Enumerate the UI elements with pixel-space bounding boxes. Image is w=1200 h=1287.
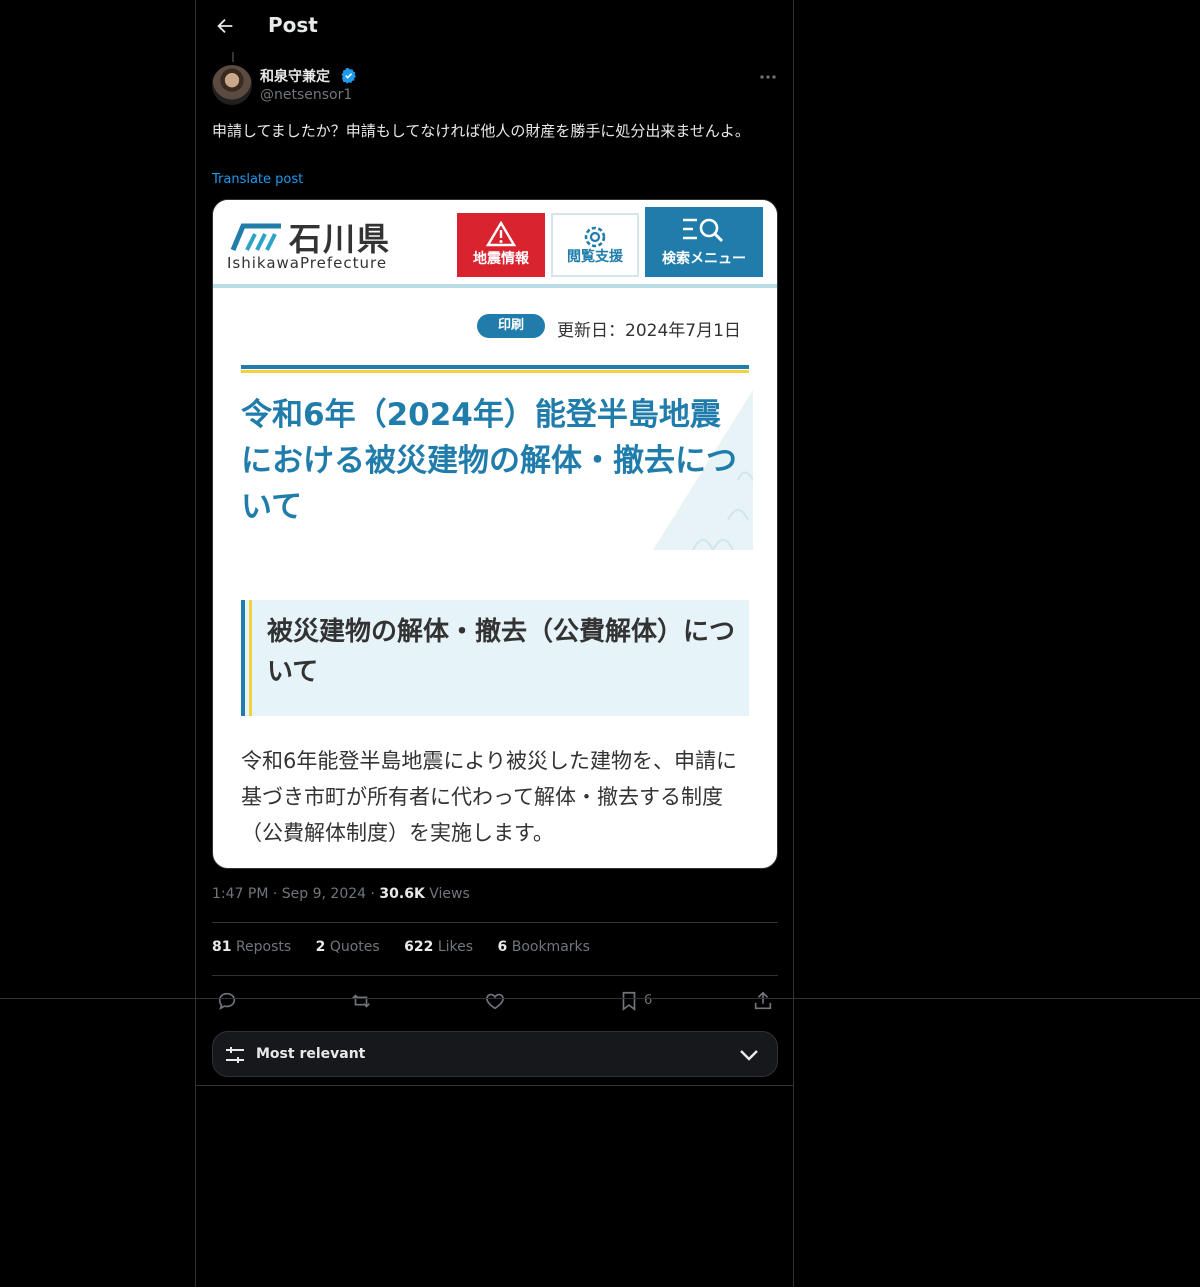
share-icon[interactable]: [752, 990, 774, 1012]
bookmark-icon[interactable]: [618, 990, 640, 1012]
post-meta: 1:47 PM · Sep 9, 2024 · 30.6K Views: [212, 886, 470, 902]
sliders-icon: [226, 1047, 244, 1063]
header-divider: [213, 284, 777, 288]
accessibility-button: 閲覧支援: [551, 213, 639, 277]
page-title: Post: [268, 13, 318, 37]
divider: [212, 922, 778, 923]
search-menu-button: 検索メニュー: [645, 207, 763, 277]
post-date[interactable]: Sep 9, 2024: [282, 886, 366, 902]
verified-badge-icon[interactable]: [340, 67, 357, 84]
title-rule-blue: [241, 365, 749, 369]
back-arrow-icon[interactable]: [214, 15, 236, 37]
search-menu-icon: [683, 218, 724, 243]
post-time[interactable]: 1:47 PM: [212, 886, 268, 902]
translate-post-link[interactable]: Translate post: [212, 172, 303, 187]
page-header: Post: [196, 0, 793, 53]
article-title: 令和6年（2024年）能登半島地震における被災建物の解体・撤去について: [241, 397, 737, 525]
repost-icon[interactable]: [350, 990, 372, 1012]
thread-line: [232, 52, 234, 62]
avatar[interactable]: [212, 65, 252, 105]
divider: [196, 1085, 793, 1086]
chevron-down-icon: [740, 1050, 758, 1061]
engagement-stats: 81 Reposts 2 Quotes 622 Likes 6 Bookmark…: [212, 939, 610, 955]
ishikawa-logo-icon: [230, 223, 281, 251]
main-column: Post 和泉守兼定 @netsensor1 申請してましたか？申請もしてなけれ…: [195, 0, 794, 1287]
reply-icon[interactable]: [216, 990, 238, 1012]
more-options-icon[interactable]: [758, 72, 778, 82]
quotes-stat[interactable]: 2 Quotes: [316, 939, 380, 955]
horizontal-guide-line: [0, 998, 1200, 999]
author-handle[interactable]: @netsensor1: [260, 87, 352, 103]
post-image[interactable]: 石川県 IshikawaPrefecture 地震情報 閲覧支援 検索メニュー …: [212, 199, 778, 869]
reposts-stat[interactable]: 81 Reposts: [212, 939, 291, 955]
bookmarks-stat[interactable]: 6 Bookmarks: [498, 939, 590, 955]
print-badge: 印刷: [477, 314, 545, 338]
author-name[interactable]: 和泉守兼定: [260, 66, 330, 86]
reply-sort-dropdown[interactable]: Most relevant: [212, 1031, 778, 1077]
section-heading: 被災建物の解体・撤去（公費解体）について: [267, 617, 736, 687]
likes-stat[interactable]: 622 Likes: [404, 939, 473, 955]
ishikawa-site-header: 石川県 IshikawaPrefecture 地震情報 閲覧支援 検索メニュー: [213, 200, 777, 286]
section-heading-box: 被災建物の解体・撤去（公費解体）について: [241, 600, 749, 716]
section-accent-bar: [249, 600, 252, 716]
sort-label: Most relevant: [256, 1046, 366, 1062]
article-body: 令和6年能登半島地震により被災した建物を、申請に基づき市町が所有者に代わって解体…: [241, 749, 737, 845]
warning-icon: [486, 221, 516, 247]
updated-date: 更新日：2024年7月1日: [557, 321, 741, 341]
views-label: Views: [429, 886, 470, 902]
quake-info-button: 地震情報: [457, 213, 545, 277]
views-count: 30.6K: [379, 886, 425, 902]
logo-english: IshikawaPrefecture: [227, 254, 388, 272]
post-text: 申請してましたか？申請もしてなければ他人の財産を勝手に処分出来ませんよ。: [212, 122, 750, 140]
like-icon[interactable]: [484, 990, 506, 1012]
divider: [212, 975, 778, 976]
title-rule-yellow: [241, 370, 749, 373]
bookmark-count: 6: [644, 993, 653, 1008]
